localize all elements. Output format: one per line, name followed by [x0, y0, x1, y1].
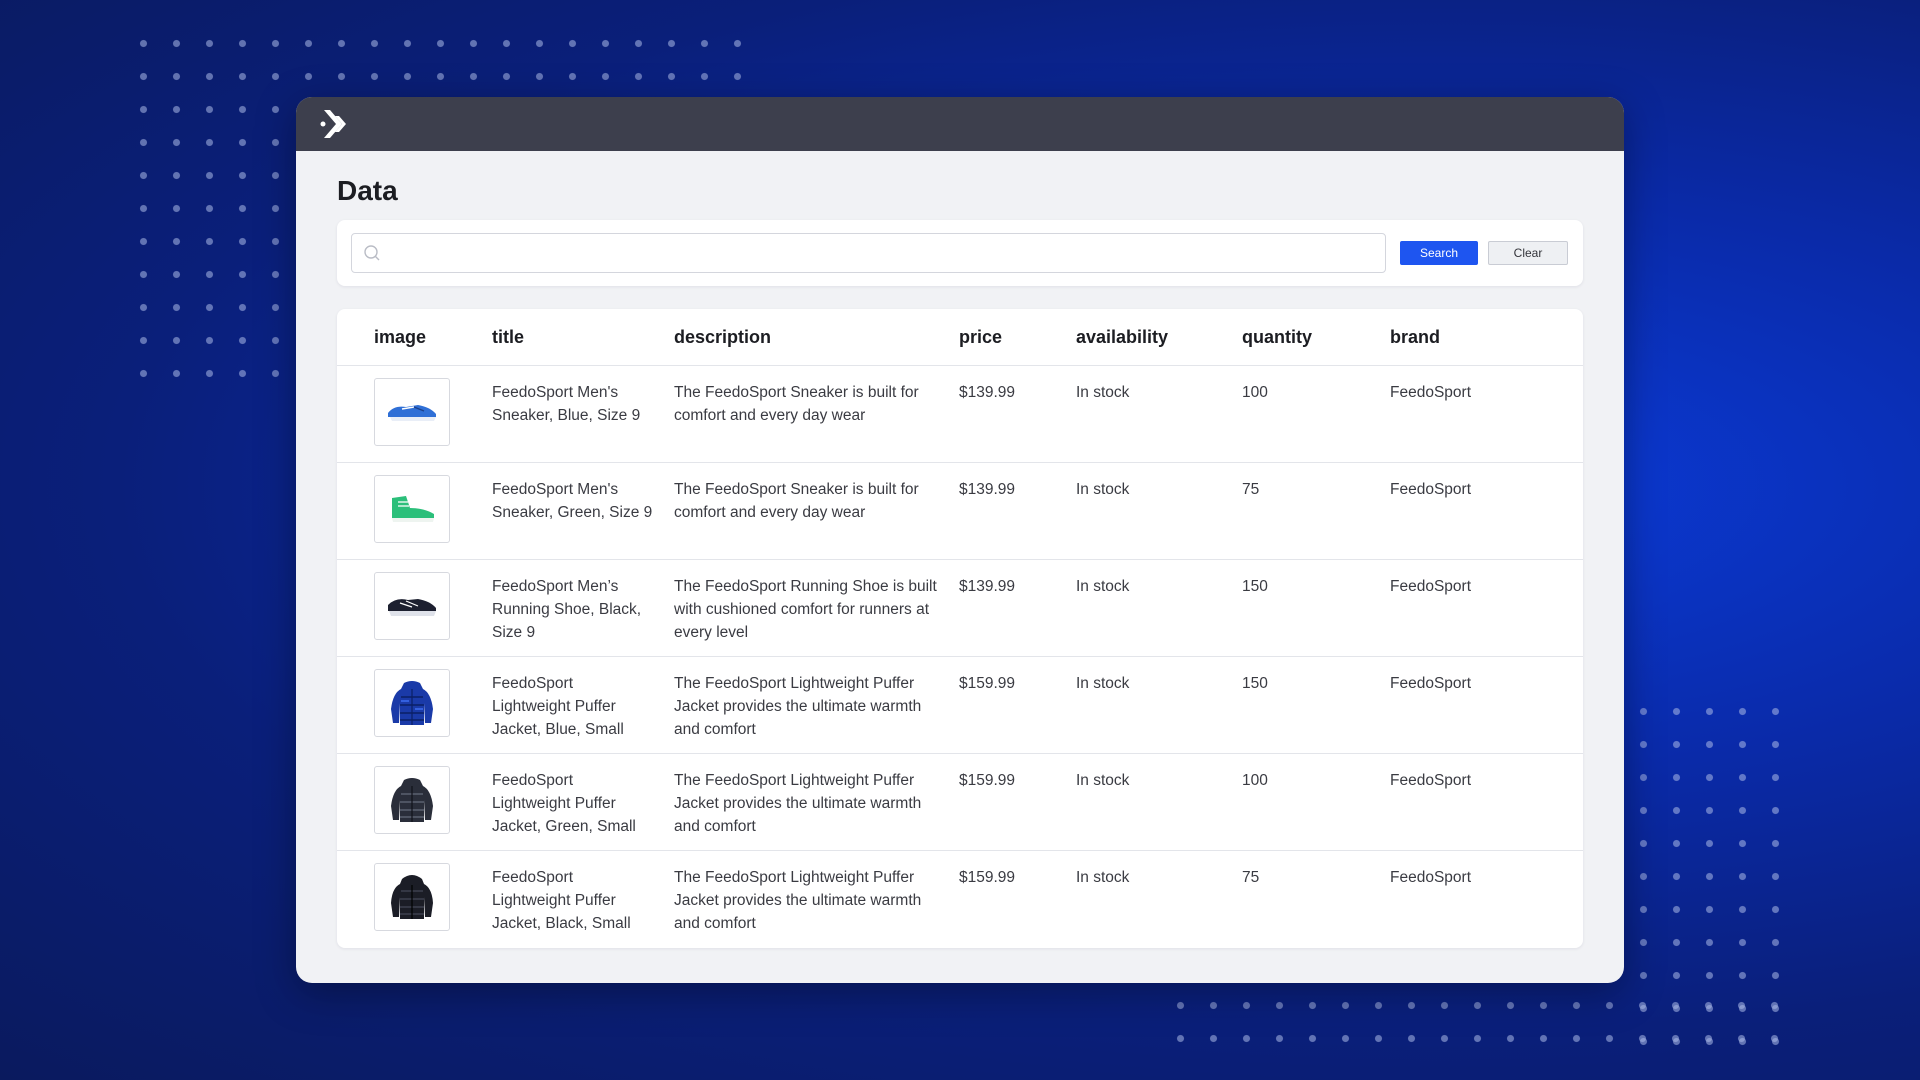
product-thumbnail[interactable] — [374, 863, 450, 931]
cell-availability: In stock — [1076, 365, 1242, 463]
cell-quantity: 75 — [1242, 462, 1390, 560]
black-puffer-jacket-image — [391, 875, 433, 919]
cell-brand: FeedoSport — [1390, 656, 1583, 754]
search-icon — [364, 245, 380, 261]
green-sneaker-image — [392, 496, 434, 522]
cell-image — [337, 851, 492, 948]
cell-image — [337, 365, 492, 463]
table-row[interactable]: FeedoSport Men's Sneaker, Green, Size 9 … — [337, 462, 1583, 560]
cell-price: $139.99 — [959, 559, 1076, 657]
cell-title: FeedoSport Lightweight Puffer Jacket, Bl… — [492, 869, 631, 932]
table-row[interactable]: FeedoSport Lightweight Puffer Jacket, Bl… — [337, 656, 1583, 754]
cell-availability: In stock — [1076, 656, 1242, 754]
cell-description: The FeedoSport Lightweight Puffer Jacket… — [674, 656, 959, 754]
cell-quantity: 150 — [1242, 656, 1390, 754]
cell-image — [337, 462, 492, 560]
cell-brand: FeedoSport — [1390, 462, 1583, 560]
product-thumbnail[interactable] — [374, 669, 450, 737]
cell-title: FeedoSport Men’s Running Shoe, Black, Si… — [492, 559, 674, 657]
column-header-brand[interactable]: brand — [1390, 309, 1583, 366]
cell-description: The FeedoSport Running Shoe is built wit… — [674, 559, 959, 657]
cell-brand: FeedoSport — [1390, 753, 1583, 851]
cell-description: The FeedoSport Lightweight Puffer Jacket… — [674, 753, 959, 851]
column-header-price[interactable]: price — [959, 309, 1076, 366]
cell-quantity: 100 — [1242, 753, 1390, 851]
cell-brand: FeedoSport — [1390, 365, 1583, 463]
cell-brand: FeedoSport — [1390, 869, 1471, 886]
column-header-image[interactable]: image — [337, 309, 492, 366]
table-row[interactable]: FeedoSport Men’s Running Shoe, Black, Si… — [337, 559, 1583, 657]
table-row[interactable]: FeedoSport Men's Sneaker, Blue, Size 9 T… — [337, 365, 1583, 463]
cell-price: $159.99 — [959, 753, 1076, 851]
table-row[interactable]: FeedoSport Lightweight Puffer Jacket, Gr… — [337, 753, 1583, 851]
product-thumbnail[interactable] — [374, 475, 450, 543]
column-header-description[interactable]: description — [674, 309, 959, 366]
blue-sneaker-image — [388, 405, 436, 421]
table-header-row: image title description price availabili… — [337, 309, 1583, 366]
cell-quantity: 150 — [1242, 559, 1390, 657]
cell-title: FeedoSport Lightweight Puffer Jacket, Bl… — [492, 656, 674, 754]
column-header-title[interactable]: title — [492, 309, 674, 366]
cell-availability: In stock — [1076, 869, 1130, 886]
product-thumbnail[interactable] — [374, 766, 450, 834]
cell-description: The FeedoSport Lightweight Puffer Jacket… — [674, 869, 922, 932]
page-title: Data — [337, 175, 398, 206]
search-field[interactable] — [351, 233, 1386, 273]
cell-quantity: 100 — [1242, 365, 1390, 463]
column-header-quantity[interactable]: quantity — [1242, 309, 1390, 366]
cell-quantity: 75 — [1242, 869, 1260, 886]
column-header-availability[interactable]: availability — [1076, 309, 1242, 366]
window-titlebar — [296, 97, 1624, 151]
cell-availability: In stock — [1076, 753, 1242, 851]
cell-title: FeedoSport Men's Sneaker, Green, Size 9 — [492, 462, 674, 560]
green-puffer-jacket-image — [391, 778, 433, 822]
cell-availability: In stock — [1076, 462, 1242, 560]
logo-icon — [320, 108, 354, 140]
cell-title: FeedoSport Men's Sneaker, Blue, Size 9 — [492, 365, 674, 463]
cell-description: The FeedoSport Sneaker is built for comf… — [674, 365, 959, 463]
cell-availability: In stock — [1076, 559, 1242, 657]
search-bar: Search Clear — [337, 220, 1583, 286]
clear-button[interactable]: Clear — [1488, 241, 1568, 265]
blue-puffer-jacket-image — [391, 681, 433, 725]
cell-image — [337, 753, 492, 851]
cell-image — [337, 559, 492, 657]
data-table: image title description price availabili… — [337, 309, 1583, 948]
decorative-dot-grid — [1164, 989, 1791, 1055]
app-window: Data Search Clear image title descriptio… — [296, 97, 1624, 983]
product-thumbnail[interactable] — [374, 378, 450, 446]
product-thumbnail[interactable] — [374, 572, 450, 640]
cell-image — [337, 656, 492, 754]
cell-price: $139.99 — [959, 462, 1076, 560]
cell-price: $159.99 — [959, 656, 1076, 754]
table-row[interactable]: FeedoSport Lightweight Puffer Jacket, Bl… — [337, 851, 1583, 948]
cell-description: The FeedoSport Sneaker is built for comf… — [674, 462, 959, 560]
search-input[interactable] — [388, 234, 1385, 272]
cell-price: $139.99 — [959, 365, 1076, 463]
search-button[interactable]: Search — [1400, 241, 1478, 265]
decorative-dot-grid — [127, 27, 743, 93]
cell-price: $159.99 — [959, 869, 1016, 886]
cell-title: FeedoSport Lightweight Puffer Jacket, Gr… — [492, 753, 674, 851]
decorative-dot-grid — [127, 93, 292, 390]
cell-brand: FeedoSport — [1390, 559, 1583, 657]
data-table-card: image title description price availabili… — [337, 309, 1583, 948]
black-running-shoe-image — [388, 599, 436, 616]
